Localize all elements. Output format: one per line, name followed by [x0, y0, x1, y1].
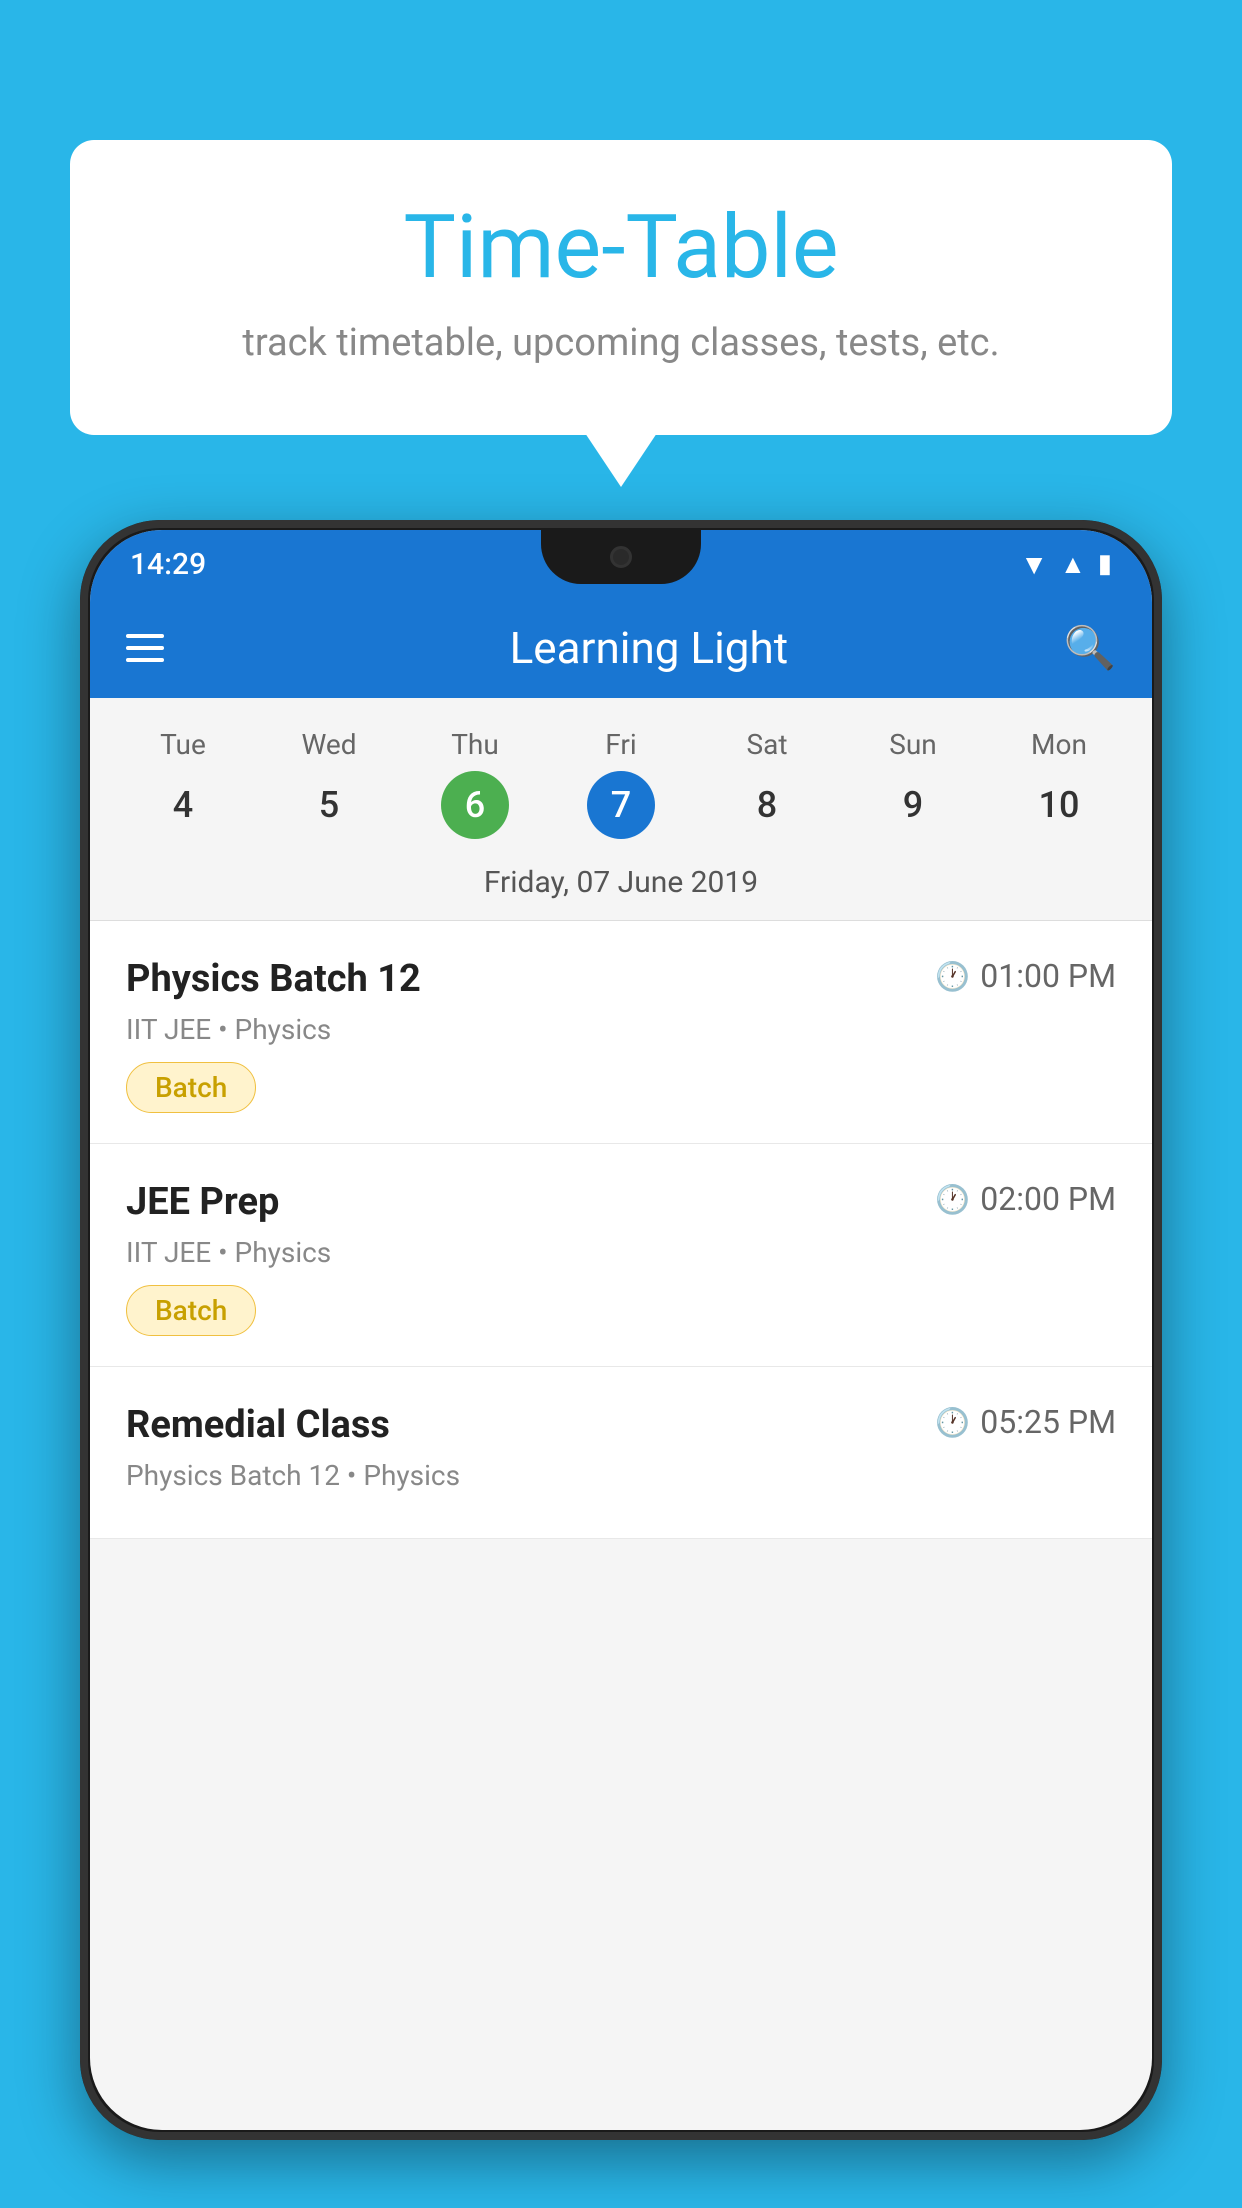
day-col-mon[interactable]: Mon 10 [987, 728, 1130, 839]
schedule-title: JEE Prep [126, 1180, 279, 1224]
day-label: Mon [1031, 728, 1087, 761]
day-col-sun[interactable]: Sun 9 [841, 728, 984, 839]
status-bar: 14:29 ▼ ▲ ▮ [90, 530, 1152, 598]
day-number: 9 [879, 771, 947, 839]
camera [610, 546, 632, 568]
day-col-wed[interactable]: Wed 5 [257, 728, 400, 839]
status-time: 14:29 [130, 547, 206, 582]
schedule-time: 🕐01:00 PM [935, 957, 1116, 995]
schedule-list: Physics Batch 12 🕐01:00 PM IIT JEE • Physi… [90, 921, 1152, 1539]
day-number: 8 [733, 771, 801, 839]
battery-icon: ▮ [1098, 549, 1112, 579]
schedule-subtitle: IIT JEE • Physics [126, 1013, 1116, 1046]
hamburger-line-2 [126, 646, 164, 650]
schedule-item-1[interactable]: JEE Prep 🕐02:00 PM IIT JEE • Physics Batch [90, 1144, 1152, 1367]
day-number: 7 [587, 771, 655, 839]
day-label: Sun [889, 728, 937, 761]
hero-subtitle: track timetable, upcoming classes, tests… [150, 321, 1092, 365]
days-row: Tue 4 Wed 5 Thu 6 Fri 7 Sat 8 Sun 9 Mon 10 [90, 718, 1152, 849]
day-label: Fri [605, 728, 636, 761]
schedule-item-2[interactable]: Remedial Class 🕐05:25 PM Physics Batch 12 … [90, 1367, 1152, 1539]
day-col-thu[interactable]: Thu 6 [403, 728, 546, 839]
day-label: Sat [746, 728, 787, 761]
notch [541, 530, 701, 584]
schedule-item-0[interactable]: Physics Batch 12 🕐01:00 PM IIT JEE • Physi… [90, 921, 1152, 1144]
day-label: Wed [301, 728, 356, 761]
schedule-time: 🕐05:25 PM [935, 1403, 1116, 1441]
schedule-time: 🕐02:00 PM [935, 1180, 1116, 1218]
phone-body: 14:29 ▼ ▲ ▮ [80, 520, 1162, 2140]
hamburger-line-1 [126, 634, 164, 638]
speech-bubble: Time-Table track timetable, upcoming cla… [70, 140, 1172, 435]
hero-title: Time-Table [150, 200, 1092, 297]
selected-date-label: Friday, 07 June 2019 [90, 849, 1152, 921]
day-col-sat[interactable]: Sat 8 [695, 728, 838, 839]
schedule-title: Remedial Class [126, 1403, 390, 1447]
schedule-item-header: Physics Batch 12 🕐01:00 PM [126, 957, 1116, 1001]
app-bar: Learning Light 🔍 [90, 598, 1152, 698]
day-col-tue[interactable]: Tue 4 [111, 728, 254, 839]
batch-badge: Batch [126, 1062, 256, 1113]
phone-wrapper: 14:29 ▼ ▲ ▮ [80, 520, 1162, 2208]
day-number: 4 [149, 771, 217, 839]
day-number: 5 [295, 771, 363, 839]
speech-bubble-wrapper: Time-Table track timetable, upcoming cla… [70, 140, 1172, 435]
schedule-subtitle: IIT JEE • Physics [126, 1236, 1116, 1269]
calendar-section: Tue 4 Wed 5 Thu 6 Fri 7 Sat 8 Sun 9 Mon 10 Friday, 07… [90, 698, 1152, 921]
hamburger-menu-icon[interactable] [126, 634, 164, 662]
signal-icon: ▲ [1060, 549, 1086, 580]
batch-badge: Batch [126, 1285, 256, 1336]
clock-icon: 🕐 [935, 1406, 970, 1439]
schedule-item-header: JEE Prep 🕐02:00 PM [126, 1180, 1116, 1224]
schedule-subtitle: Physics Batch 12 • Physics [126, 1459, 1116, 1492]
day-col-fri[interactable]: Fri 7 [549, 728, 692, 839]
day-number: 10 [1025, 771, 1093, 839]
clock-icon: 🕐 [935, 960, 970, 993]
day-label: Thu [451, 728, 499, 761]
schedule-item-header: Remedial Class 🕐05:25 PM [126, 1403, 1116, 1447]
search-icon[interactable]: 🔍 [1064, 624, 1116, 673]
schedule-title: Physics Batch 12 [126, 957, 421, 1001]
app-title: Learning Light [196, 622, 1102, 674]
day-label: Tue [160, 728, 206, 761]
wifi-icon: ▼ [1020, 548, 1048, 581]
status-icons: ▼ ▲ ▮ [1020, 548, 1112, 581]
clock-icon: 🕐 [935, 1183, 970, 1216]
hamburger-line-3 [126, 658, 164, 662]
phone-screen: 14:29 ▼ ▲ ▮ [90, 530, 1152, 2130]
day-number: 6 [441, 771, 509, 839]
